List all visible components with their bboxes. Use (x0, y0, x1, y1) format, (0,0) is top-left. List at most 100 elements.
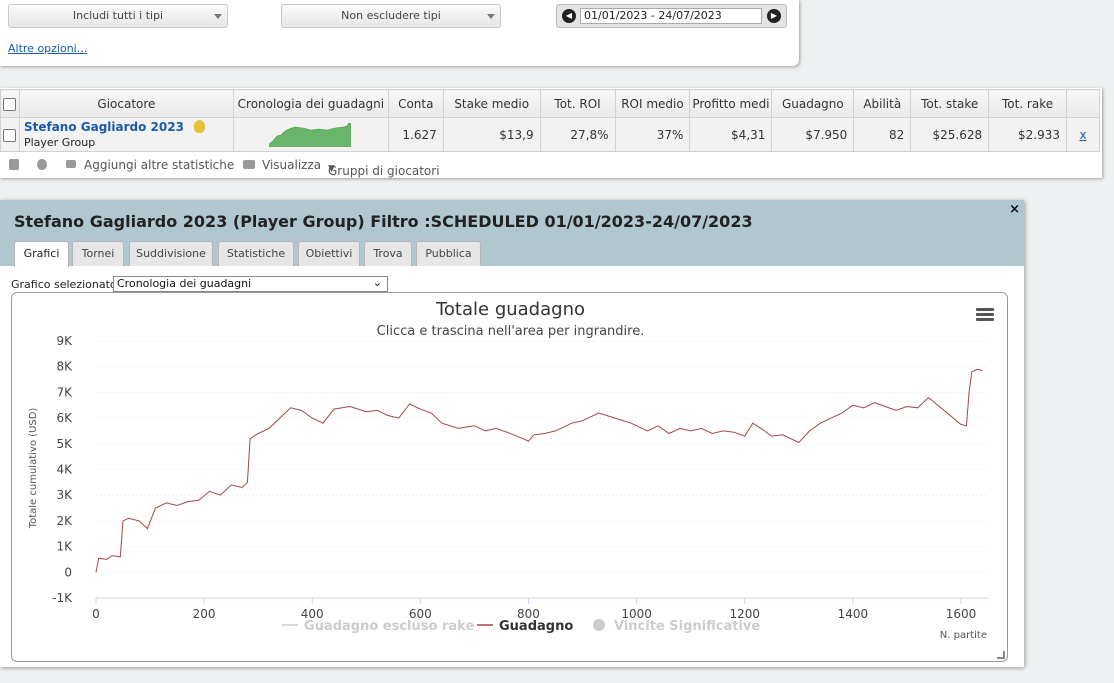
tab-trova[interactable]: Trova (364, 241, 412, 266)
report-panel: Stefano Gagliardo 2023 (Player Group) Fi… (0, 200, 1024, 667)
earnings-sparkline[interactable] (268, 122, 352, 147)
view-button[interactable]: Visualizza (262, 158, 321, 172)
col-header-tot-roi[interactable]: Tot. ROI (539, 89, 616, 118)
table-row: Stefano Gagliardo 2023 Player Group 1.62… (0, 117, 1100, 152)
sparkline-area (268, 122, 352, 147)
graph-select[interactable]: Cronologia dei guadagni ⌄ (113, 276, 388, 292)
col-header-tot-stake[interactable]: Tot. stake (910, 89, 990, 118)
y-tick-label: -1K (52, 591, 73, 605)
tab-suddivisione[interactable]: Suddivisione (129, 241, 213, 266)
y-tick-label: 9K (56, 334, 73, 348)
tab-grafici[interactable]: Grafici (14, 241, 69, 267)
col-header-tot-rake[interactable]: Tot. rake (988, 89, 1067, 118)
series-guadagno-line (95, 368, 983, 573)
medal-icon (193, 119, 205, 133)
add-stats-icon[interactable] (66, 160, 76, 168)
stats-table-panel: Giocatore Cronologia dei guadagni Conta … (0, 88, 1102, 178)
y-axis-label: Totale cumulativo (USD) (28, 408, 39, 530)
player-group-label: Player Group (23, 135, 96, 149)
stats-table: Giocatore Cronologia dei guadagni Conta … (0, 89, 1100, 152)
select-all-header (0, 89, 20, 118)
select-all-checkbox[interactable] (3, 97, 17, 111)
cell-tot-roi: 27,8% (539, 117, 616, 152)
graph-select-label: Grafico selezionato (11, 278, 117, 291)
next-period-icon[interactable]: ▶ (767, 9, 781, 23)
include-types-select[interactable]: Includi tutti i tipi (8, 4, 228, 28)
refresh-icon[interactable] (37, 159, 47, 170)
cell-roi-medio: 37% (614, 117, 691, 152)
cell-stake-medio: $13,9 (442, 117, 541, 152)
resize-handle[interactable] (997, 651, 1005, 659)
y-tick-label: 6K (56, 411, 73, 425)
y-tick-label: 8K (56, 360, 73, 374)
y-tick-label: 0 (64, 565, 72, 579)
x-axis-ticks: 0 200 400 600 800 1000 1200 1400 1600 (92, 598, 976, 621)
graph-select-value: Cronologia dei guadagni (117, 277, 252, 290)
tab-obiettivi[interactable]: Obiettivi (298, 241, 360, 266)
cell-guadagno: $7.950 (771, 117, 855, 152)
prev-period-icon[interactable]: ◀ (562, 9, 576, 23)
add-stats-button[interactable]: Aggiungi altre statistiche (84, 158, 234, 172)
date-range-input[interactable]: 01/01/2023 - 24/07/2023 (580, 8, 762, 24)
y-tick-label: 5K (56, 437, 73, 451)
chart-container[interactable]: Totale guadagno Clicca e trascina nell'a… (11, 292, 1008, 662)
x-axis-label: N. partite (940, 630, 987, 641)
chevron-down-icon (487, 14, 495, 19)
col-header-conta[interactable]: Conta (387, 89, 444, 118)
cell-tot-stake: $25.628 (910, 117, 990, 152)
tab-statistiche[interactable]: Statistiche (218, 241, 294, 266)
x-tick-label: 1400 (838, 607, 869, 621)
sparkline-cell (232, 117, 389, 152)
x-tick-label: 0 (92, 607, 100, 621)
report-title: Stefano Gagliardo 2023 (Player Group) Fi… (14, 212, 753, 231)
include-types-label: Includi tutti i tipi (72, 9, 164, 22)
legend-item-label[interactable]: Guadagno escluso rake (304, 619, 474, 634)
y-tick-label: 7K (56, 385, 73, 399)
y-tick-label: 2K (56, 514, 73, 528)
col-header-actions (1066, 89, 1100, 118)
line-chart[interactable]: -1K01K2K3K4K5K6K7K8K9K 0 200 400 600 800 1000… (12, 293, 1007, 661)
chart-legend: Guadagno escluso rake Guadagno Vincite Sig… (282, 619, 760, 634)
player-groups-label: Gruppi di giocatori (328, 164, 440, 178)
chart-grid (96, 340, 988, 573)
legend-item-label[interactable]: Guadagno (499, 619, 573, 634)
report-header: Stefano Gagliardo 2023 (Player Group) Fi… (0, 200, 1024, 267)
chevron-down-icon: ⌄ (372, 276, 382, 289)
image-icon[interactable] (243, 160, 255, 169)
exclude-types-label: Non escludere tipi (341, 9, 441, 22)
col-header-cronologia[interactable]: Cronologia dei guadagni (232, 89, 389, 118)
exclude-types-select[interactable]: Non escludere tipi (281, 4, 501, 28)
cell-conta: 1.627 (387, 117, 444, 152)
cell-profitto-medio: $4,31 (689, 117, 773, 152)
player-cell: Stefano Gagliardo 2023 Player Group (18, 117, 234, 152)
close-icon[interactable]: × (1009, 202, 1020, 217)
table-toolbar: Aggiungi altre statistiche Visualizza Gr… (0, 152, 1100, 178)
date-range-picker: ◀ 01/01/2023 - 24/07/2023 ▶ (556, 4, 787, 28)
y-axis-ticks: -1K 0 1K 2K 3K 4K 5K 6K 7K 8K 9K (52, 334, 73, 605)
row-checkbox[interactable] (3, 128, 17, 142)
col-header-stake-medio[interactable]: Stake medio (442, 89, 541, 118)
legend-item-label[interactable]: Vincite Significative (614, 619, 760, 634)
col-header-guadagno[interactable]: Guadagno (771, 89, 855, 118)
x-tick-label: 200 (193, 607, 216, 621)
table-header-row: Giocatore Cronologia dei guadagni Conta … (0, 89, 1100, 118)
tab-tornei[interactable]: Tornei (72, 241, 124, 266)
cell-tot-rake: $2.933 (988, 117, 1067, 152)
col-header-profitto-medio[interactable]: Profitto medi (689, 89, 773, 118)
more-options-link[interactable]: Altre opzioni... (8, 42, 87, 55)
y-tick-label: 3K (56, 488, 73, 502)
y-tick-label: 4K (56, 463, 73, 477)
remove-player-link[interactable]: x (1066, 117, 1100, 152)
y-tick-label: 1K (56, 540, 73, 554)
x-tick-label: 1600 (946, 607, 977, 621)
row-select-cell (0, 117, 20, 152)
chevron-down-icon: ▼ (328, 164, 335, 174)
chevron-down-icon (214, 14, 222, 19)
col-header-roi-medio[interactable]: ROI medio (614, 89, 691, 118)
col-header-giocatore[interactable]: Giocatore (18, 89, 234, 118)
col-header-abilita[interactable]: Abilità (853, 89, 912, 118)
player-name-link[interactable]: Stefano Gagliardo 2023 (24, 120, 184, 134)
trash-icon[interactable] (9, 159, 19, 170)
tab-pubblica[interactable]: Pubblica (416, 241, 481, 266)
legend-marker (593, 619, 605, 631)
